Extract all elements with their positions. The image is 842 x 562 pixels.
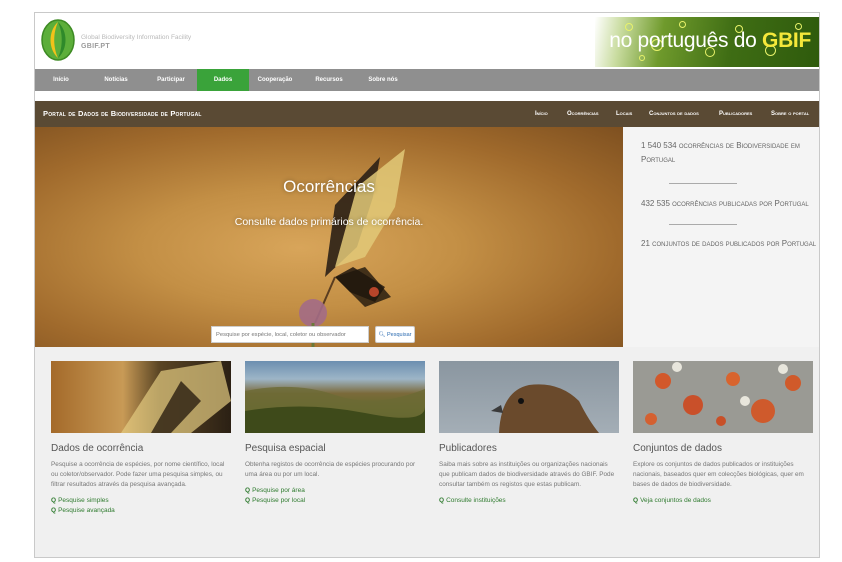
- search-icon: Q: [633, 497, 639, 504]
- card-publishers: Publicadores Saiba mais sobre as institu…: [439, 361, 619, 506]
- search-button-label: Pesquisar: [387, 332, 412, 338]
- org-name-block: Global Biodiversity Information Facility…: [81, 33, 191, 51]
- stat-datasets: 21 conjuntos de dados publicados por Por…: [641, 239, 817, 248]
- page-frame: Global Biodiversity Information Facility…: [34, 12, 820, 558]
- nav-item-inicio[interactable]: Início: [35, 69, 87, 91]
- card-title: Dados de ocorrência: [51, 443, 144, 454]
- card-image-landscape: [245, 361, 425, 433]
- portal-bar: Portal de Dados de Biodiversidade de Por…: [35, 101, 819, 127]
- card-image-bird: [439, 361, 619, 433]
- card-spatial: Pesquisa espacial Obtenha registos de oc…: [245, 361, 425, 506]
- card-title: Conjuntos de dados: [633, 443, 722, 454]
- card-title: Pesquisa espacial: [245, 443, 326, 454]
- search-icon: Q: [439, 497, 445, 504]
- nav-item-sobre[interactable]: Sobre nós: [357, 69, 409, 91]
- search-input[interactable]: Pesquise por espécie, local, coletor ou …: [211, 326, 369, 343]
- link-advanced-search[interactable]: Q Pesquise avançada: [51, 506, 231, 516]
- portal-link-conjuntos[interactable]: Conjuntos de dados: [649, 101, 699, 127]
- search-icon: Q: [245, 487, 251, 494]
- card-datasets: Conjuntos de dados Explore os conjuntos …: [633, 361, 813, 506]
- card-occurrences: Dados de ocorrência Pesquise a ocorrênci…: [51, 361, 231, 516]
- stats-divider: [669, 183, 737, 184]
- nav-item-dados[interactable]: Dados: [197, 69, 249, 91]
- org-short: GBIF.PT: [81, 43, 110, 50]
- search-button[interactable]: 🔍︎ Pesquisar: [375, 326, 415, 343]
- stats-divider: [669, 224, 737, 225]
- card-text: Obtenha registos de ocorrência de espéci…: [245, 461, 416, 478]
- link-search-location[interactable]: Q Pesquise por local: [245, 496, 425, 506]
- org-name: Global Biodiversity Information Facility: [81, 34, 192, 41]
- card-text: Pesquise a ocorrência de espécies, por n…: [51, 461, 225, 488]
- card-image-butterfly: [51, 361, 231, 433]
- stat-published: 432 535 ocorrências publicadas por Portu…: [641, 199, 809, 208]
- search-icon: Q: [51, 507, 57, 514]
- header-banner: no português do GBIF: [595, 17, 819, 67]
- nav-item-recursos[interactable]: Recursos: [301, 69, 357, 91]
- link-datasets[interactable]: Q Veja conjuntos de dados: [633, 496, 813, 506]
- link-institutions[interactable]: Q Consulte instituições: [439, 496, 619, 506]
- card-image-lichen: [633, 361, 813, 433]
- card-text: Saiba mais sobre as instituições ou orga…: [439, 461, 615, 488]
- feature-cards: Dados de ocorrência Pesquise a ocorrênci…: [35, 347, 819, 557]
- site-header: Global Biodiversity Information Facility…: [35, 13, 819, 69]
- portal-title[interactable]: Portal de Dados de Biodiversidade de Por…: [43, 101, 202, 127]
- search-icon: Q: [51, 497, 57, 504]
- search-icon: 🔍︎: [378, 332, 386, 338]
- gbif-logo[interactable]: [41, 19, 75, 61]
- card-text: Explore os conjuntos de dados publicados…: [633, 461, 804, 488]
- hero-carousel: Ocorrências Consulte dados primários de …: [35, 127, 623, 347]
- search-icon: Q: [245, 497, 251, 504]
- card-title: Publicadores: [439, 443, 497, 454]
- nav-item-noticias[interactable]: Notícias: [87, 69, 145, 91]
- stat-occurrences: 1 540 534 ocorrências de Biodiversidade …: [641, 141, 800, 164]
- nav-item-cooperacao[interactable]: Cooperação: [249, 69, 301, 91]
- link-simple-search[interactable]: Q Pesquise simples: [51, 496, 231, 506]
- link-search-area[interactable]: Q Pesquise por área: [245, 486, 425, 496]
- butterfly-image: [299, 149, 405, 347]
- hero-subtitle: Consulte dados primários de ocorrência.: [234, 216, 424, 228]
- portal-link-locais[interactable]: Locais: [616, 101, 632, 127]
- portal-link-ocorrencias[interactable]: Ocorrências: [567, 101, 599, 127]
- portal-link-sobre[interactable]: Sobre o portal: [771, 101, 809, 127]
- banner-text: no português do GBIF: [609, 29, 811, 52]
- main-nav: Início Notícias Participar Dados Coopera…: [35, 69, 819, 91]
- portal-link-publicadores[interactable]: Publicadores: [719, 101, 752, 127]
- stats-panel: 1 540 534 ocorrências de Biodiversidade …: [623, 127, 819, 347]
- portal-link-inicio[interactable]: Início: [535, 101, 548, 127]
- hero-title: Ocorrências: [283, 177, 375, 196]
- nav-item-participar[interactable]: Participar: [145, 69, 197, 91]
